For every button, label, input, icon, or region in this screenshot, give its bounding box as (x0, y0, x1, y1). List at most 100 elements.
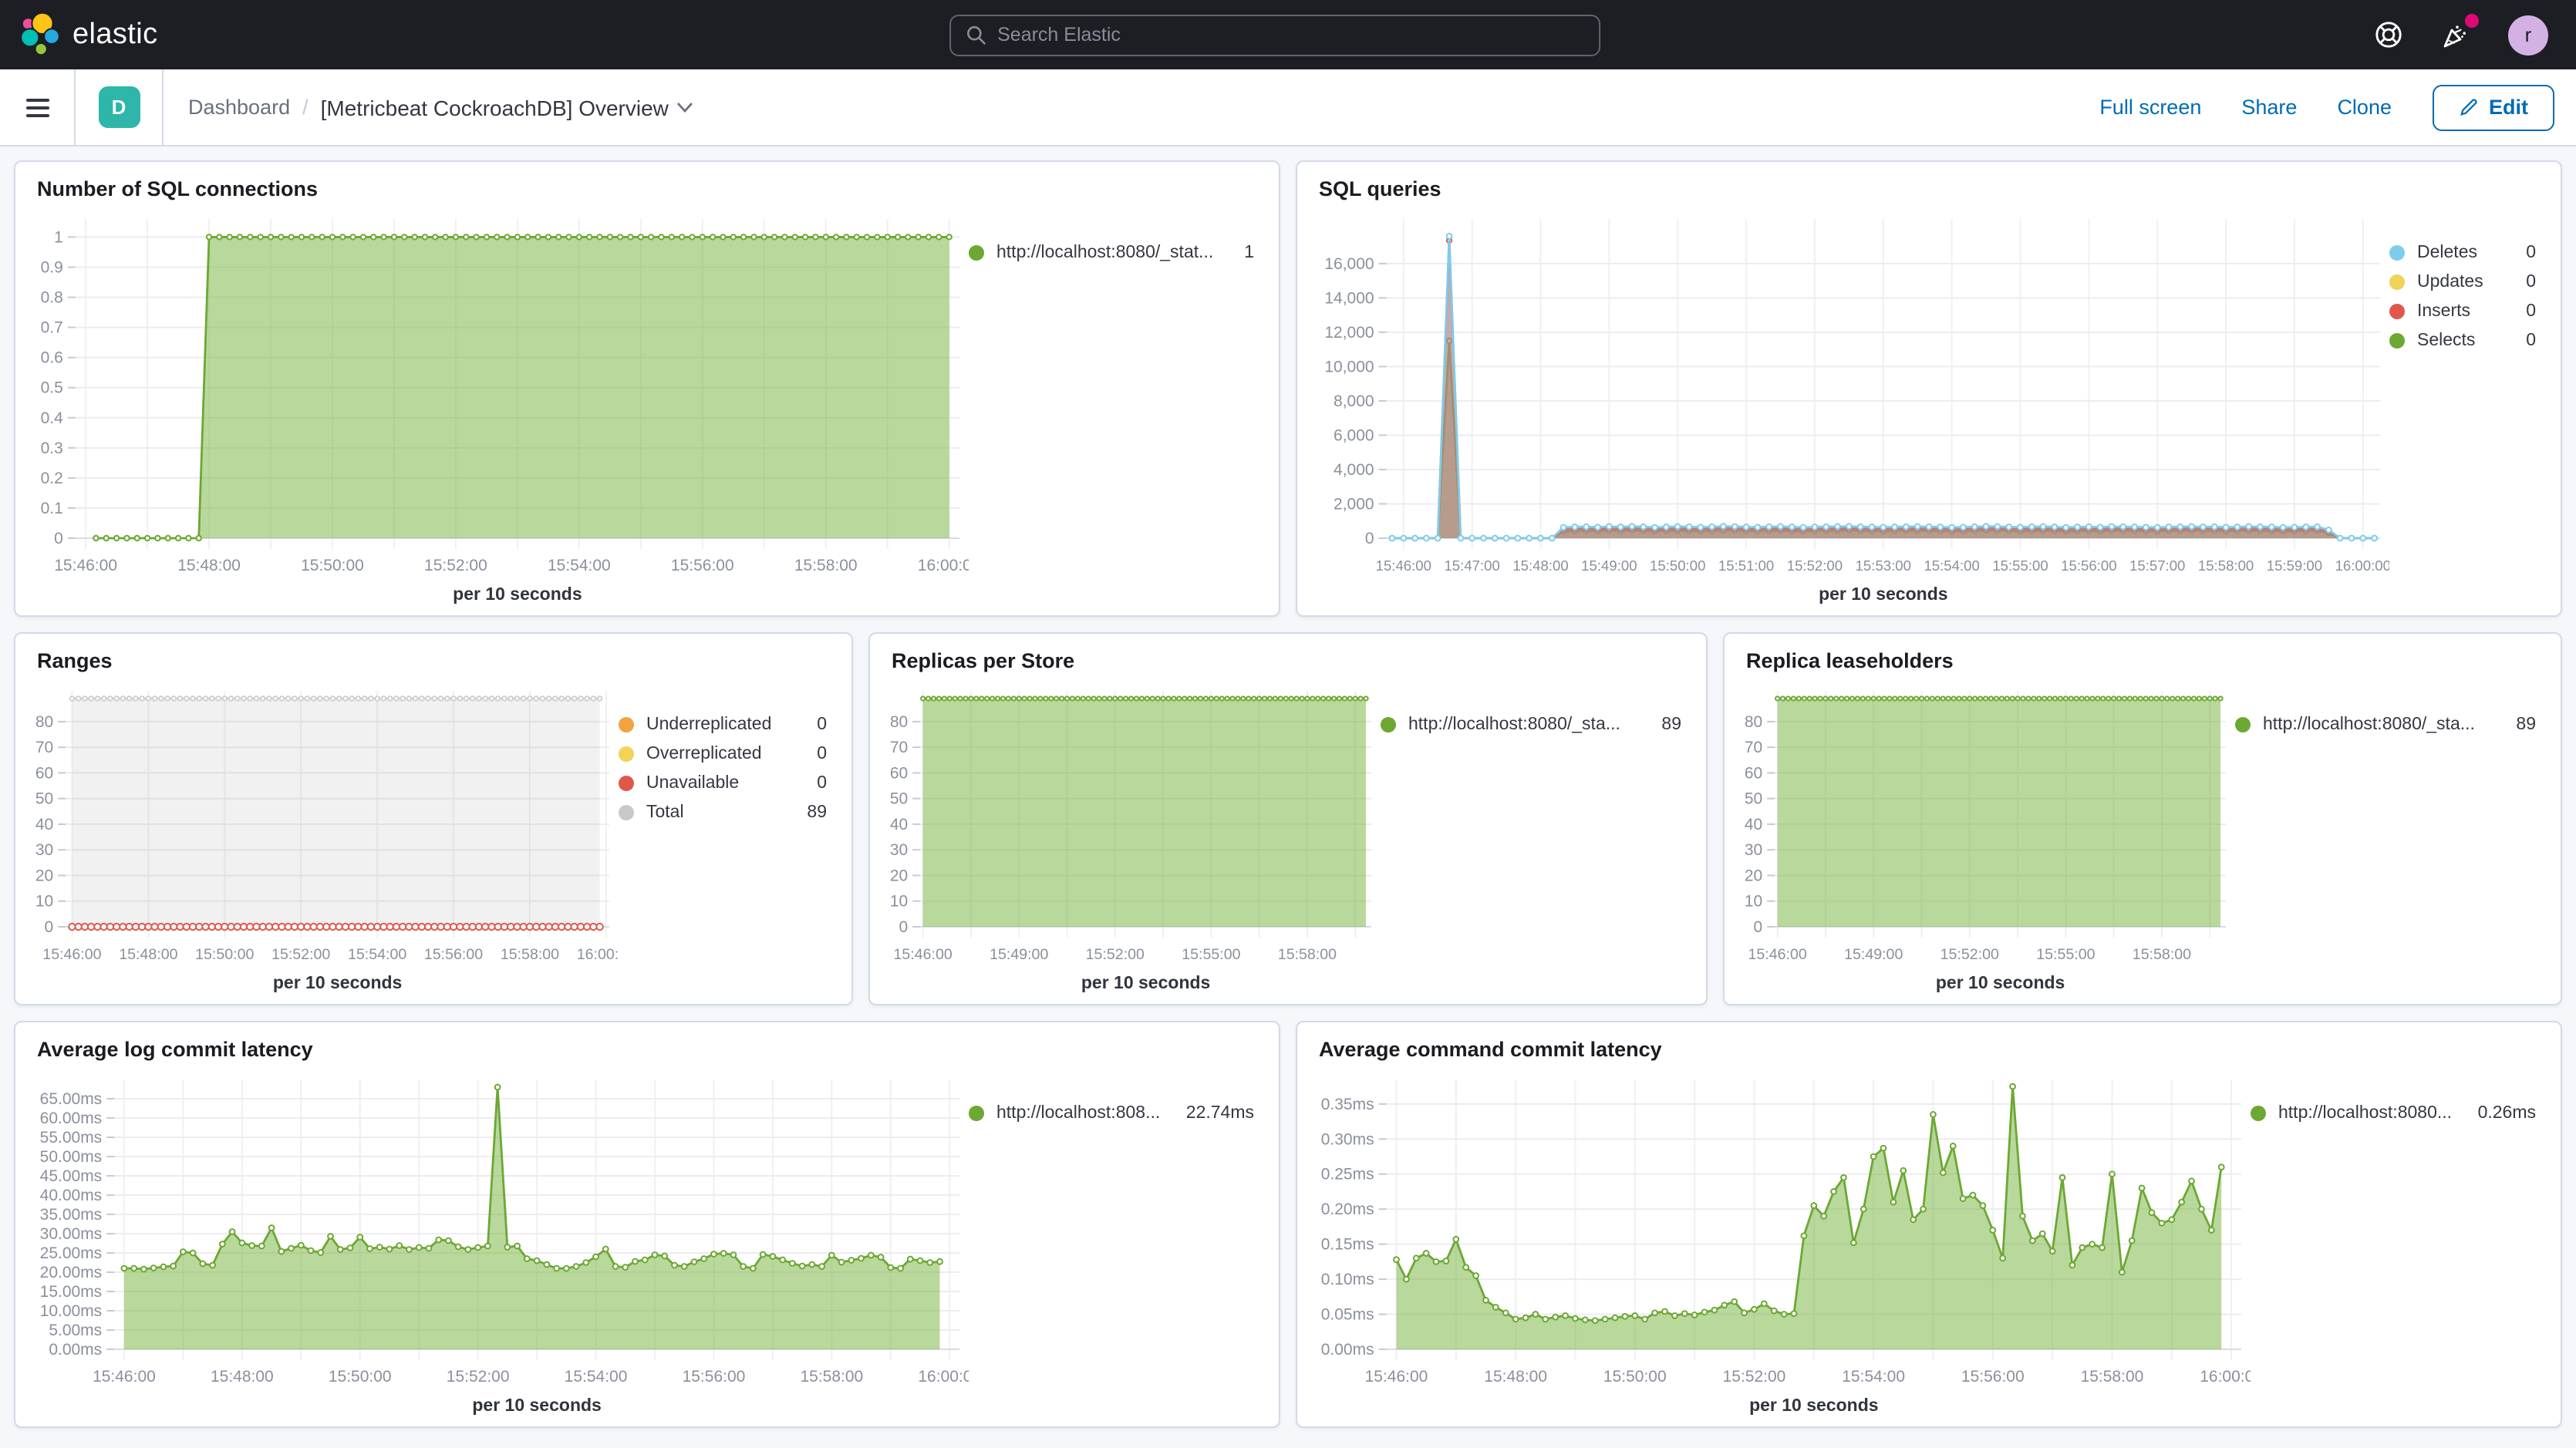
menu-button[interactable] (0, 69, 76, 145)
panel-title: Replicas per Store (892, 649, 1706, 672)
legend-item[interactable]: http://localhost:808...22.74ms (969, 1104, 1269, 1123)
legend-sql-queries: Deletes0 Updates0 Inserts0 Selects0 (2389, 204, 2551, 609)
legend-swatch-icon (2389, 333, 2405, 349)
svg-text:15:58:00: 15:58:00 (501, 946, 559, 963)
breadcrumb-dashboard-link[interactable]: Dashboard (188, 96, 290, 119)
app-badge-wrap: D (76, 69, 164, 145)
legend-swatch-icon (969, 245, 984, 261)
svg-text:60: 60 (35, 764, 53, 782)
edit-button[interactable]: Edit (2432, 84, 2554, 130)
chart-command-commit-latency[interactable]: 0.00ms0.05ms0.10ms0.15ms0.20ms0.25ms0.30… (1310, 1064, 2251, 1420)
svg-text:5.00ms: 5.00ms (49, 1322, 102, 1339)
legend-item[interactable]: Overreplicated0 (619, 745, 842, 763)
svg-text:80: 80 (1745, 713, 1762, 731)
legend-swatch-icon (2235, 717, 2251, 732)
panel-title: Average log commit latency (37, 1038, 1279, 1061)
newsfeed-button[interactable] (2440, 19, 2471, 50)
svg-text:10.00ms: 10.00ms (40, 1302, 103, 1320)
legend-item[interactable]: http://localhost:8080/_sta...89 (1381, 716, 1697, 734)
pencil-icon (2458, 97, 2478, 117)
svg-text:6,000: 6,000 (1334, 426, 1374, 444)
share-button[interactable]: Share (2241, 96, 2297, 119)
svg-text:15:50:00: 15:50:00 (301, 557, 364, 574)
breadcrumb: Dashboard / [Metricbeat CockroachDB] Ove… (164, 95, 695, 120)
chart-ranges[interactable]: 0102030405060708015:46:0015:48:0015:50:0… (28, 675, 619, 998)
legend-value: 89 (2516, 716, 2536, 734)
svg-text:0.25ms: 0.25ms (1321, 1166, 1374, 1184)
svg-text:60: 60 (1745, 764, 1762, 782)
panel-sql-connections: Number of SQL connections 00.10.20.30.40… (14, 160, 1280, 617)
breadcrumb-bar: D Dashboard / [Metricbeat CockroachDB] O… (0, 69, 2576, 146)
legend-label: Total (646, 803, 684, 822)
svg-text:20: 20 (890, 867, 908, 884)
legend-value: 0 (2526, 302, 2536, 321)
svg-text:15:54:00: 15:54:00 (1924, 557, 1979, 574)
chart-sql-queries[interactable]: 02,0004,0006,0008,00010,00012,00014,0001… (1310, 204, 2389, 609)
elastic-logo-icon (19, 12, 60, 57)
svg-text:15:55:00: 15:55:00 (1182, 946, 1240, 963)
legend-item[interactable]: Inserts0 (2389, 302, 2551, 321)
svg-text:0.5: 0.5 (41, 379, 63, 397)
legend-value: 89 (1661, 716, 1681, 734)
chart-replica-leaseholders[interactable]: 0102030405060708015:46:0015:49:0015:52:0… (1737, 675, 2235, 998)
dashboard-app-badge[interactable]: D (98, 86, 140, 128)
chart-log-commit-latency[interactable]: 0.00ms5.00ms10.00ms15.00ms20.00ms25.00ms… (28, 1064, 969, 1420)
svg-text:15:59:00: 15:59:00 (2267, 557, 2322, 574)
legend-item[interactable]: Updates0 (2389, 273, 2551, 291)
svg-text:45.00ms: 45.00ms (40, 1167, 103, 1185)
svg-text:15:52:00: 15:52:00 (1723, 1368, 1786, 1386)
svg-text:40: 40 (35, 816, 53, 833)
page-title[interactable]: [Metricbeat CockroachDB] Overview (321, 95, 695, 120)
help-button[interactable] (2372, 19, 2403, 50)
svg-text:15:58:00: 15:58:00 (800, 1368, 863, 1386)
legend-swatch-icon (619, 805, 634, 820)
svg-text:50: 50 (890, 790, 908, 808)
svg-text:0.9: 0.9 (41, 258, 63, 276)
svg-text:0: 0 (1754, 918, 1763, 936)
legend-item[interactable]: http://localhost:8080/_stat...1 (969, 244, 1269, 262)
legend-swatch-icon (2251, 1106, 2266, 1121)
svg-text:15:50:00: 15:50:00 (329, 1368, 392, 1386)
legend-value: 0 (817, 774, 827, 793)
life-ring-icon (2373, 20, 2402, 49)
svg-text:0: 0 (54, 530, 63, 547)
svg-text:15:56:00: 15:56:00 (683, 1368, 746, 1386)
legend-item[interactable]: http://localhost:8080/_sta...89 (2235, 716, 2551, 734)
svg-text:80: 80 (35, 713, 53, 731)
svg-text:15:58:00: 15:58:00 (2081, 1368, 2144, 1386)
legend-item[interactable]: Total89 (619, 803, 842, 822)
chart-sql-connections[interactable]: 00.10.20.30.40.50.60.70.80.9115:46:0015:… (28, 204, 969, 609)
svg-text:0.20ms: 0.20ms (1321, 1200, 1374, 1218)
legend-sql-connections: http://localhost:8080/_stat...1 (969, 204, 1269, 609)
svg-text:50: 50 (35, 790, 53, 808)
legend-label: Underreplicated (646, 716, 771, 734)
notification-dot (2465, 13, 2479, 27)
legend-item[interactable]: Deletes0 (2389, 244, 2551, 262)
legend-value: 1 (1244, 244, 1254, 262)
elastic-logo[interactable]: elastic (0, 12, 158, 57)
legend-item[interactable]: Unavailable0 (619, 774, 842, 793)
user-avatar[interactable]: r (2508, 15, 2548, 55)
svg-text:0.05ms: 0.05ms (1321, 1306, 1374, 1324)
legend-swatch-icon (619, 746, 634, 762)
svg-text:50.00ms: 50.00ms (40, 1148, 103, 1166)
full-screen-button[interactable]: Full screen (2099, 96, 2201, 119)
chart-replicas-per-store[interactable]: 0102030405060708015:46:0015:49:0015:52:0… (882, 675, 1381, 998)
clone-button[interactable]: Clone (2337, 96, 2392, 119)
svg-text:60.00ms: 60.00ms (40, 1110, 103, 1127)
svg-text:15:50:00: 15:50:00 (1603, 1368, 1667, 1386)
svg-text:35.00ms: 35.00ms (40, 1206, 103, 1224)
legend-item[interactable]: http://localhost:8080...0.26ms (2251, 1104, 2551, 1123)
svg-text:80: 80 (890, 713, 908, 731)
svg-text:30: 30 (1745, 841, 1762, 859)
legend-command-commit-latency: http://localhost:8080...0.26ms (2251, 1064, 2551, 1420)
svg-text:15:48:00: 15:48:00 (177, 557, 241, 574)
legend-value: 0.26ms (2478, 1104, 2536, 1123)
search-input[interactable]: Search Elastic (949, 14, 1600, 56)
svg-text:15:55:00: 15:55:00 (2036, 946, 2095, 963)
svg-text:15:48:00: 15:48:00 (1484, 1368, 1547, 1386)
legend-item[interactable]: Underreplicated0 (619, 716, 842, 734)
legend-item[interactable]: Selects0 (2389, 332, 2551, 350)
svg-text:15:48:00: 15:48:00 (119, 946, 177, 963)
svg-text:15:58:00: 15:58:00 (1278, 946, 1337, 963)
